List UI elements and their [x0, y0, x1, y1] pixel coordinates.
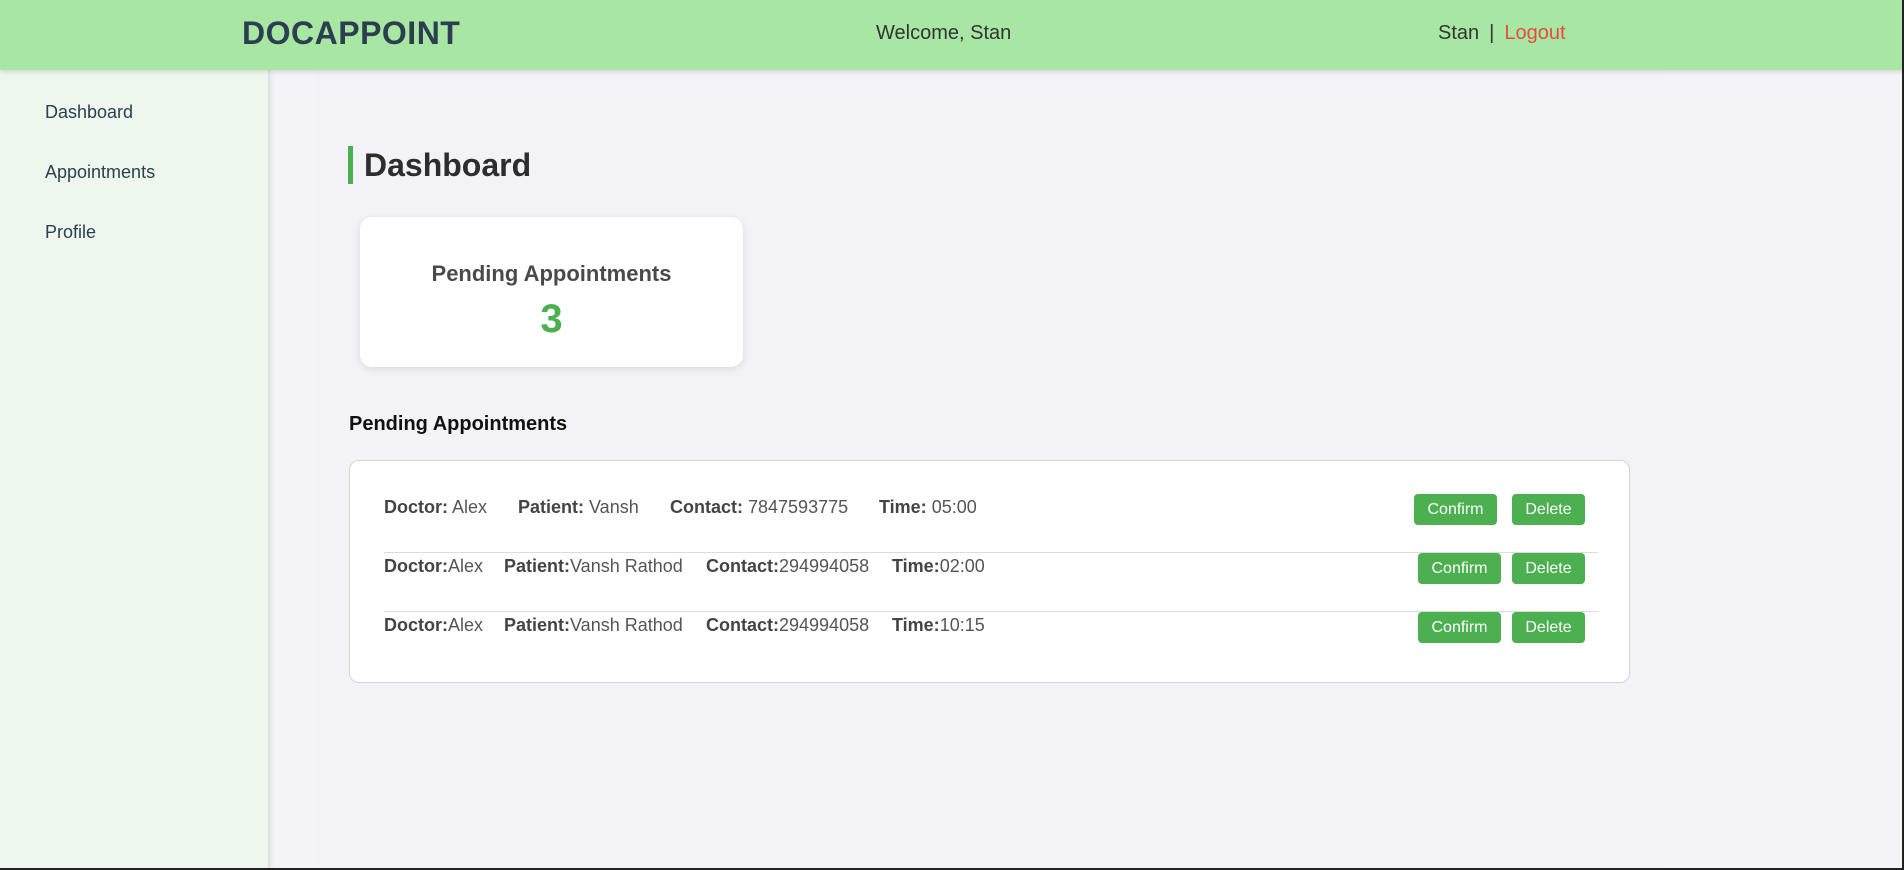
contact-label: Contact:	[706, 556, 779, 576]
delete-button[interactable]: Delete	[1512, 494, 1585, 525]
contact-value: 294994058	[779, 556, 870, 576]
doctor-label: Doctor:	[384, 497, 448, 517]
time-field: Time:10:15	[892, 612, 985, 671]
logout-link[interactable]: Logout	[1504, 22, 1565, 44]
appointment-row: Doctor:Alex Patient:Vansh Rathod Contact…	[384, 612, 1598, 671]
stat-card-label: Pending Appointments	[431, 261, 672, 286]
appointment-row: Doctor: Alex Patient: Vansh Contact: 784…	[384, 494, 1598, 553]
doctor-value: Alex	[448, 556, 484, 576]
doctor-field: Doctor:Alex	[384, 612, 483, 671]
user-area: Stan | Logout	[1438, 22, 1566, 45]
patient-value: Vansh Rathod	[570, 615, 683, 635]
sidebar-item-profile[interactable]: Profile	[45, 222, 96, 243]
doctor-field: Doctor: Alex	[384, 494, 487, 553]
time-label: Time:	[892, 556, 940, 576]
time-label: Time:	[879, 497, 927, 517]
welcome-message: Welcome, Stan	[876, 22, 1012, 44]
doctor-label: Doctor:	[384, 615, 448, 635]
contact-value: 294994058	[779, 615, 870, 635]
confirm-button[interactable]: Confirm	[1418, 612, 1501, 643]
patient-value: Vansh Rathod	[570, 556, 683, 576]
patient-label: Patient:	[504, 556, 571, 576]
username: Stan	[1438, 22, 1480, 44]
doctor-label: Doctor:	[384, 556, 448, 576]
delete-button[interactable]: Delete	[1512, 612, 1585, 643]
patient-label: Patient:	[504, 615, 571, 635]
patient-field: Patient:Vansh Rathod	[504, 553, 683, 612]
confirm-button[interactable]: Confirm	[1418, 553, 1501, 584]
pending-appointments-card: Pending Appointments 3	[360, 217, 743, 367]
doctor-field: Doctor:Alex	[384, 553, 483, 612]
time-field: Time:02:00	[892, 553, 985, 612]
brand-logo[interactable]: DOCAPPOINT	[242, 15, 460, 52]
patient-value: Vansh	[584, 497, 639, 517]
contact-field: Contact:294994058	[706, 553, 869, 612]
patient-label: Patient:	[518, 497, 585, 517]
contact-field: Contact:294994058	[706, 612, 869, 671]
patient-field: Patient: Vansh	[518, 494, 639, 553]
confirm-button[interactable]: Confirm	[1414, 494, 1497, 525]
appointments-list: Doctor: Alex Patient: Vansh Contact: 784…	[349, 460, 1630, 683]
section-heading: Pending Appointments	[349, 413, 568, 435]
contact-label: Contact:	[670, 497, 743, 517]
contact-value: 7847593775	[743, 497, 849, 517]
contact-label: Contact:	[706, 615, 779, 635]
sidebar-item-dashboard[interactable]: Dashboard	[45, 102, 133, 123]
stat-card-value: 3	[540, 297, 563, 341]
separator: |	[1489, 22, 1495, 44]
patient-field: Patient:Vansh Rathod	[504, 612, 683, 671]
top-navbar: DOCAPPOINT Welcome, Stan Stan | Logout	[0, 0, 1904, 70]
doctor-value: Alex	[448, 497, 488, 517]
delete-button[interactable]: Delete	[1512, 553, 1585, 584]
time-value: 02:00	[939, 556, 985, 576]
appointment-row: Doctor:Alex Patient:Vansh Rathod Contact…	[384, 553, 1598, 612]
time-value: 05:00	[926, 497, 977, 517]
sidebar: Dashboard Appointments Profile	[0, 70, 270, 870]
sidebar-item-appointments[interactable]: Appointments	[45, 162, 155, 183]
doctor-value: Alex	[448, 615, 484, 635]
page-title: Dashboard	[348, 146, 531, 184]
time-value: 10:15	[939, 615, 985, 635]
time-label: Time:	[892, 615, 940, 635]
time-field: Time: 05:00	[879, 494, 977, 553]
contact-field: Contact: 7847593775	[670, 494, 848, 553]
